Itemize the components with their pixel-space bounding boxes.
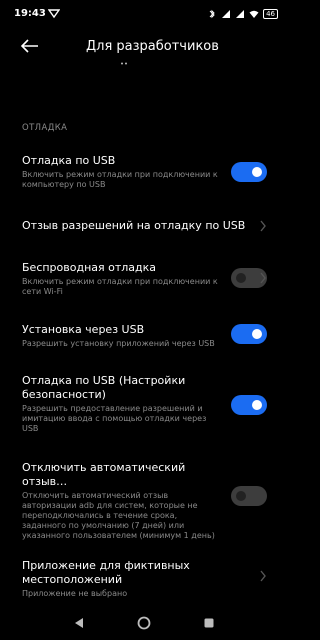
usb-debugging-toggle[interactable] [231,162,267,182]
battery-icon: 46 [263,9,278,19]
setting-disable-auto-revoke[interactable]: Отключить автоматический отзыв… Отключит… [22,461,222,541]
chevron-right-icon [260,570,266,582]
setting-usb-debugging-security[interactable]: Отладка по USB (Настройки безопасности) … [22,374,222,434]
setting-mock-location-app[interactable]: Приложение для фиктивных местоположений … [22,559,222,599]
toggle-knob [252,167,262,177]
setting-title: Отзыв разрешений на отладку по USB [22,219,246,232]
notification-icon [48,9,60,19]
setting-title: Приложение для фиктивных местоположений [22,559,190,586]
back-button[interactable] [18,36,42,56]
status-icons: 46 [207,8,278,20]
navigation-bar [0,606,288,640]
nav-back-button[interactable] [69,613,89,633]
page-title: Для разработчиков [86,39,219,54]
setting-revoke-usb-auth[interactable]: Отзыв разрешений на отладку по USB [22,219,262,233]
toggle-knob [252,400,262,410]
back-triangle-icon [75,618,83,628]
setting-subtitle: Включить режим отладки при подключении к… [22,277,218,296]
usb-debugging-security-toggle[interactable] [231,395,267,415]
signal-icon [222,10,231,18]
toggle-knob [236,273,246,283]
setting-subtitle: Разрешить предоставление разрешений и им… [22,404,207,433]
setting-title: Отладка по USB [22,154,116,167]
scroll-remnant [121,62,127,65]
disable-auto-revoke-toggle[interactable] [231,486,267,506]
chevron-right-icon [260,272,266,284]
toggle-knob [252,329,262,339]
status-time: 19:43 [14,8,46,19]
setting-usb-debugging[interactable]: Отладка по USB Включить режим отладки пр… [22,154,222,190]
app-bar: Для разработчиков [0,28,288,66]
section-label: ОТЛАДКА [22,123,68,133]
home-circle-icon [137,616,151,630]
setting-subtitle: Разрешить установку приложений через USB [22,339,215,348]
bluetooth-icon [209,9,215,19]
install-via-usb-toggle[interactable] [231,324,267,344]
toggle-knob [236,491,246,501]
nav-recents-button[interactable] [199,613,219,633]
setting-title: Установка через USB [22,323,145,336]
setting-title: Беспроводная отладка [22,261,157,274]
setting-subtitle: Приложение не выбрано [22,589,128,598]
status-bar: 19:43 46 [0,0,288,28]
back-arrow-icon [21,39,38,53]
nav-home-button[interactable] [134,613,154,633]
setting-title: Отключить автоматический отзыв… [22,461,186,488]
setting-wireless-debugging[interactable]: Беспроводная отладка Включить режим отла… [22,261,222,297]
wifi-icon [249,10,259,18]
setting-title: Отладка по USB (Настройки безопасности) [22,374,186,401]
signal-icon [236,10,245,18]
recents-square-icon [204,618,214,628]
setting-subtitle: Включить режим отладки при подключении к… [22,170,218,189]
setting-subtitle: Отключить автоматический отзыв авторизац… [22,491,215,540]
chevron-right-icon [260,220,266,232]
setting-install-via-usb[interactable]: Установка через USB Разрешить установку … [22,323,222,349]
